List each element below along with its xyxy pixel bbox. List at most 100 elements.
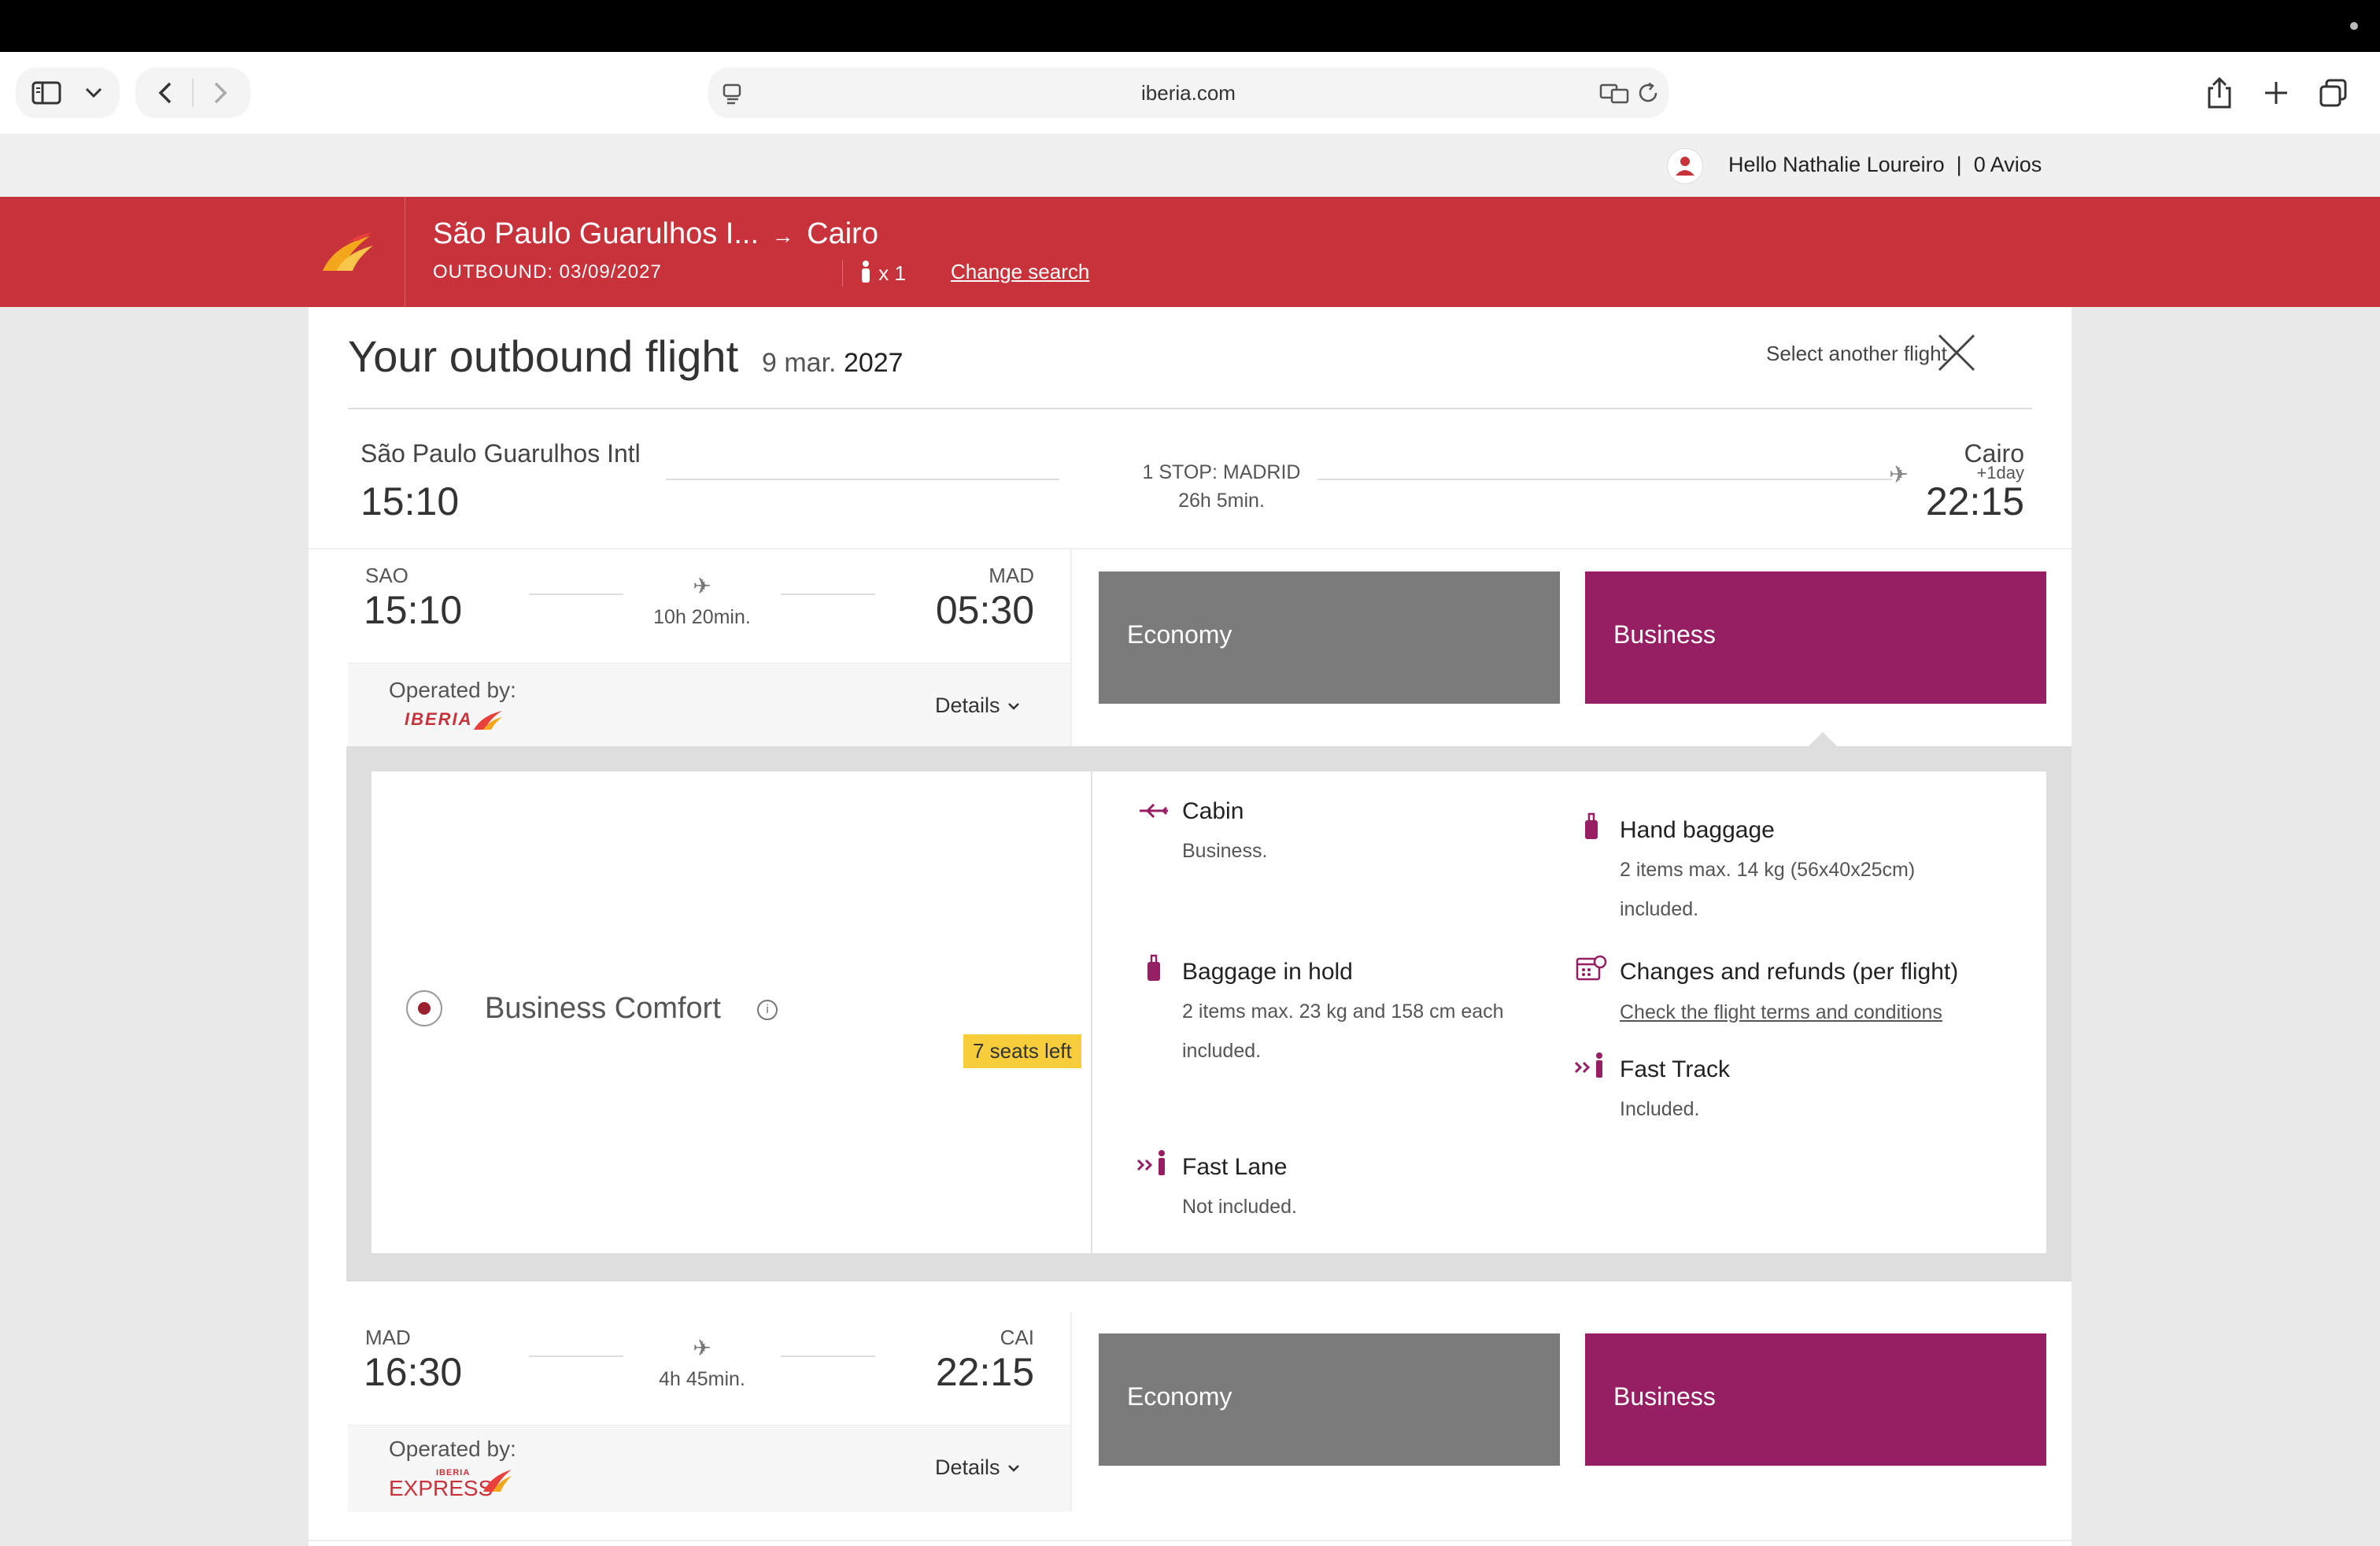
nav-divider [192, 79, 194, 107]
hand-baggage-line1: 2 items max. 14 kg (56x40x25cm) [1620, 859, 1916, 881]
flight-date: 9 mar. 2027 [762, 348, 904, 379]
user-icon [1676, 157, 1694, 176]
iberia-wing-icon [323, 233, 373, 271]
avios-count: 0 Avios [1973, 153, 2042, 176]
segment-line [781, 594, 875, 595]
forward-icon[interactable] [206, 79, 233, 107]
camera-dot [2350, 22, 2358, 30]
calendar-icon [1576, 954, 1607, 989]
iberia-wing-icon [483, 1470, 512, 1492]
cabin-text: Business. [1182, 840, 1268, 862]
segment-1: SAO 15:10 ✈ 10h 20min. MAD 05:30 Operate… [348, 549, 1070, 750]
operator-box: Operated by: IBERIA Details [348, 663, 1070, 750]
fare-name: Business Comfort [485, 992, 721, 1025]
express-operator-logo: EXPRESS [389, 1476, 493, 1500]
iberia-operator-logo: IBERIA [405, 709, 473, 729]
route-origin: São Paulo Guarulhos I... [433, 217, 759, 250]
column-divider [1070, 1311, 1072, 1511]
separator: | [1950, 153, 1968, 176]
chevron-down-icon [1008, 703, 1019, 710]
close-icon[interactable] [1933, 329, 1980, 376]
fast-lane-icon [1135, 1149, 1166, 1182]
business-label: Business [1613, 1382, 1716, 1411]
fare-features: Cabin Business. Hand baggage 2 items max… [1092, 771, 2046, 1253]
column-divider [1070, 549, 1072, 746]
baggage-hold-line2: included. [1182, 1040, 1262, 1062]
fare-option[interactable]: Business Comfort i 7 seats left [371, 771, 1092, 1253]
address-bar[interactable]: iberia.com [708, 68, 1669, 118]
avatar[interactable] [1667, 148, 1703, 184]
segment-destination-code: CAI [1000, 1326, 1034, 1349]
cabin-title: Cabin [1182, 798, 1244, 824]
passenger-count: x 1 [842, 260, 906, 287]
business-fare-button[interactable]: Business [1585, 571, 2046, 704]
nav-buttons [135, 68, 250, 118]
total-duration: 26h 5min. [1178, 490, 1265, 512]
operator-box: Operated by: IBERIA EXPRESS Details [348, 1425, 1070, 1512]
segment-line [781, 1356, 875, 1357]
segment-departure-time: 15:10 [364, 588, 463, 632]
segment-origin-code: SAO [365, 564, 408, 587]
user-greeting[interactable]: Hello Nathalie Loureiro | 0 Avios [1728, 153, 2042, 177]
reload-icon[interactable] [1637, 82, 1661, 105]
info-icon[interactable]: i [757, 1000, 778, 1020]
economy-fare-button[interactable]: Economy [1099, 571, 1560, 704]
stop-text: 1 STOP: MADRID [1142, 461, 1301, 483]
fast-track-icon [1572, 1052, 1604, 1085]
share-icon[interactable] [2205, 76, 2234, 110]
route-line [1318, 479, 1892, 480]
tabs-overview-icon[interactable] [2319, 79, 2349, 109]
changes-title: Changes and refunds (per flight) [1620, 959, 1959, 985]
route-title: São Paulo Guarulhos I... → Cairo [433, 217, 878, 251]
fast-lane-text: Not included. [1182, 1196, 1297, 1218]
sidebar-icon[interactable] [31, 80, 63, 105]
radio-selected-dot [418, 1002, 431, 1015]
departure-time: 15:10 [360, 479, 460, 523]
flight-date-year: 2027 [843, 348, 904, 378]
stop-info: 1 STOP: MADRID 26h 5min. [1096, 458, 1347, 515]
change-search-link[interactable]: Change search [951, 260, 1089, 284]
sidebar-toggle-group[interactable] [16, 68, 120, 118]
segment-departure-time: 16:30 [364, 1350, 463, 1394]
segment-destination-code: MAD [989, 564, 1034, 587]
seats-left-badge: 7 seats left [963, 1034, 1081, 1068]
operated-by-label: Operated by: [389, 678, 516, 702]
flight-date-day: 9 mar. [762, 348, 837, 378]
operated-by-label: Operated by: [389, 1437, 516, 1461]
url-text[interactable]: iberia.com [708, 68, 1669, 118]
passenger-count-text: x 1 [878, 261, 906, 285]
route-line [666, 479, 1059, 480]
divider [309, 1540, 2071, 1541]
fast-track-title: Fast Track [1620, 1056, 1731, 1082]
outbound-date: OUTBOUND: 03/09/2027 [433, 261, 662, 283]
select-another-flight-label[interactable]: Select another flight [1766, 342, 1947, 366]
plane-icon: ✈ [693, 1336, 711, 1360]
iberia-logo[interactable] [310, 197, 405, 307]
details-toggle[interactable]: Details [935, 1455, 1022, 1480]
translate-icon[interactable] [1599, 82, 1631, 105]
chevron-down-icon[interactable] [83, 85, 104, 101]
fare-radio[interactable] [406, 990, 442, 1026]
page-title: Your outbound flight [348, 331, 739, 381]
business-fare-button[interactable]: Business [1585, 1333, 2046, 1466]
user-bar: Hello Nathalie Loureiro | 0 Avios [0, 134, 2380, 197]
segment-duration: 10h 20min. [653, 606, 751, 628]
origin-airport: São Paulo Guarulhos Intl [360, 439, 641, 468]
segment-arrival-time: 05:30 [935, 588, 1034, 632]
suitcase-icon [1138, 954, 1170, 990]
details-toggle[interactable]: Details [935, 693, 1022, 718]
details-label: Details [935, 1455, 1000, 1479]
business-label: Business [1613, 620, 1716, 649]
segment-2: MAD 16:30 ✈ 4h 45min. CAI 22:15 Operated… [348, 1311, 1070, 1524]
segment-arrival-time: 22:15 [935, 1350, 1034, 1394]
segment-line [529, 594, 623, 595]
route-arrow-icon: → [771, 224, 794, 248]
hand-baggage-line2: included. [1620, 898, 1699, 920]
new-tab-icon[interactable] [2262, 79, 2290, 107]
search-summary-bar: São Paulo Guarulhos I... → Cairo OUTBOUN… [0, 197, 2380, 307]
fast-lane-title: Fast Lane [1182, 1154, 1288, 1180]
back-icon[interactable] [153, 79, 179, 107]
terms-link[interactable]: Check the flight terms and conditions [1620, 1001, 1942, 1024]
divider [348, 408, 2032, 409]
economy-fare-button[interactable]: Economy [1099, 1333, 1560, 1466]
